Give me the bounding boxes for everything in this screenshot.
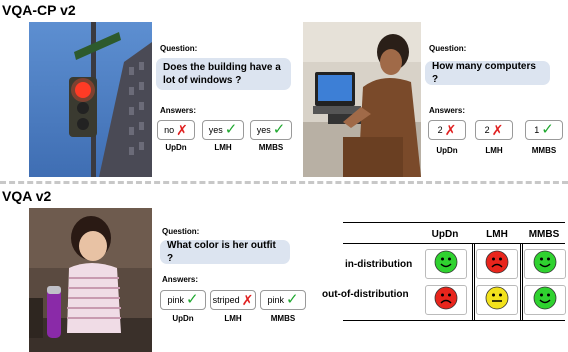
check-icon: ✓: [285, 291, 299, 308]
face-cell: [425, 285, 467, 315]
table-bottom-rule: [343, 320, 565, 321]
answer-text: no: [164, 125, 175, 135]
answer-box-mmbs: yes ✓: [250, 120, 292, 140]
answers-label: Answers:: [429, 106, 466, 115]
question-label: Question:: [429, 44, 467, 53]
model-label-updn: UpDn: [436, 146, 458, 155]
table-column-divider: [522, 243, 523, 320]
sad-face-icon: [485, 250, 509, 279]
section-title-vqa-cp: VQA-CP v2: [2, 2, 76, 18]
question-bubble: Does the building have a lot of windows …: [156, 58, 291, 90]
model-label-mmbs: MMBS: [531, 146, 557, 155]
child-photo: [29, 208, 152, 352]
question-label: Question:: [160, 44, 198, 53]
answers-label: Answers:: [162, 275, 199, 284]
answer-text: 2: [437, 125, 443, 135]
column-header-lmh: LMH: [486, 229, 508, 240]
answer-text: striped: [212, 295, 240, 305]
row-label-in-distribution: in-distribution: [345, 259, 413, 270]
table-column-divider: [520, 243, 521, 320]
answer-text: pink: [267, 295, 284, 305]
answer-box-updn: pink ✓: [160, 290, 206, 310]
model-label-updn: UpDn: [172, 314, 194, 323]
check-icon: ✓: [224, 121, 238, 138]
table-column-divider: [474, 243, 475, 320]
model-label-mmbs: MMBS: [270, 314, 296, 323]
table-top-rule: [343, 222, 565, 223]
question-bubble: How many computers ?: [425, 61, 550, 85]
answer-box-updn: 2 ✗: [428, 120, 466, 140]
sad-face-icon: [434, 286, 458, 315]
cross-icon: ✗: [491, 122, 504, 138]
answer-text: 2: [484, 125, 490, 135]
check-icon: ✓: [185, 291, 199, 308]
face-cell: [425, 249, 467, 279]
model-label-lmh: LMH: [485, 146, 503, 155]
question-label: Question:: [162, 227, 200, 236]
happy-face-icon: [434, 250, 458, 279]
neutral-face-icon: [485, 286, 509, 315]
section-divider: [0, 181, 568, 184]
table-column-divider: [472, 243, 473, 320]
cross-icon: ✗: [444, 122, 457, 138]
question-bubble: What color is her outfit ?: [160, 240, 290, 264]
answer-text: 1: [534, 125, 540, 135]
answer-box-lmh: striped ✗: [210, 290, 256, 310]
model-label-lmh: LMH: [224, 314, 242, 323]
answer-box-updn: no ✗: [157, 120, 195, 140]
model-label-updn: UpDn: [165, 143, 187, 152]
face-cell: [524, 249, 566, 279]
happy-face-icon: [533, 286, 557, 315]
answer-text: yes: [256, 125, 271, 135]
cross-icon: ✗: [241, 292, 254, 308]
answer-text: pink: [167, 295, 184, 305]
answer-box-mmbs: pink ✓: [260, 290, 306, 310]
table-header-rule: [343, 243, 565, 244]
model-label-lmh: LMH: [214, 143, 232, 152]
section-title-vqa: VQA v2: [2, 188, 52, 204]
traffic-light-photo: [29, 22, 152, 177]
model-label-mmbs: MMBS: [258, 143, 284, 152]
face-cell: [524, 285, 566, 315]
answer-box-lmh: 2 ✗: [475, 120, 513, 140]
check-icon: ✓: [541, 121, 554, 138]
answer-box-mmbs: 1 ✓: [525, 120, 563, 140]
cross-icon: ✗: [176, 122, 188, 138]
face-cell: [476, 249, 518, 279]
computer-user-photo: [303, 22, 421, 177]
row-label-out-of-distribution: out-of-distribution: [322, 289, 409, 300]
check-icon: ✓: [272, 121, 286, 138]
face-cell: [476, 285, 518, 315]
answer-box-lmh: yes ✓: [202, 120, 244, 140]
answers-label: Answers:: [160, 106, 197, 115]
column-header-mmbs: MMBS: [528, 229, 560, 240]
answer-text: yes: [208, 125, 223, 135]
column-header-updn: UpDn: [431, 229, 459, 240]
happy-face-icon: [533, 250, 557, 279]
